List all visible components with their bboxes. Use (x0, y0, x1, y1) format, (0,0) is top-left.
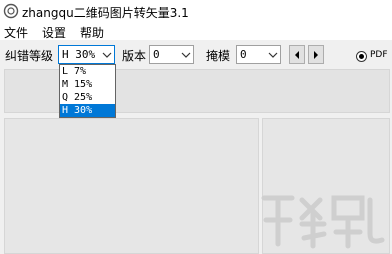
menu-help[interactable]: 帮助 (80, 24, 104, 41)
menu-file[interactable]: 文件 (4, 24, 28, 41)
menu-bar: 文件 设置 帮助 (0, 22, 392, 40)
chevron-down-icon (102, 52, 112, 58)
dropdown-option-l[interactable]: L 7% (60, 65, 115, 78)
ecc-label: 纠错等级 (5, 49, 54, 63)
app-icon (3, 3, 19, 19)
dropdown-option-q[interactable]: Q 25% (60, 91, 115, 104)
version-label: 版本 (122, 49, 147, 63)
left-preview-panel (4, 118, 259, 254)
title-bar: zhangqu二维码图片转矢量3.1 (0, 0, 392, 22)
ecc-level-dropdown-list: L 7% M 15% Q 25% H 30% (59, 64, 116, 118)
ecc-level-value: H 30% (62, 48, 96, 61)
radio-selected-dot (359, 54, 364, 59)
version-value: 0 (153, 48, 160, 61)
next-button[interactable] (308, 45, 324, 64)
ecc-level-select[interactable]: H 30% (58, 45, 115, 64)
dropdown-option-h[interactable]: H 30% (60, 104, 115, 117)
window-title: zhangqu二维码图片转矢量3.1 (22, 6, 189, 20)
pdf-radio[interactable] (356, 51, 367, 62)
chevron-down-icon (181, 52, 191, 58)
watermark-logo (261, 195, 385, 249)
mask-value: 0 (240, 48, 247, 61)
version-select[interactable]: 0 (149, 45, 194, 64)
mask-select[interactable]: 0 (236, 45, 281, 64)
menu-settings[interactable]: 设置 (42, 24, 66, 41)
pdf-label: PDF (370, 50, 388, 60)
dropdown-option-m[interactable]: M 15% (60, 78, 115, 91)
prev-button[interactable] (289, 45, 305, 64)
arrow-right-icon (314, 51, 318, 59)
chevron-down-icon (268, 52, 278, 58)
mask-label: 掩模 (206, 49, 231, 63)
arrow-left-icon (295, 51, 299, 59)
